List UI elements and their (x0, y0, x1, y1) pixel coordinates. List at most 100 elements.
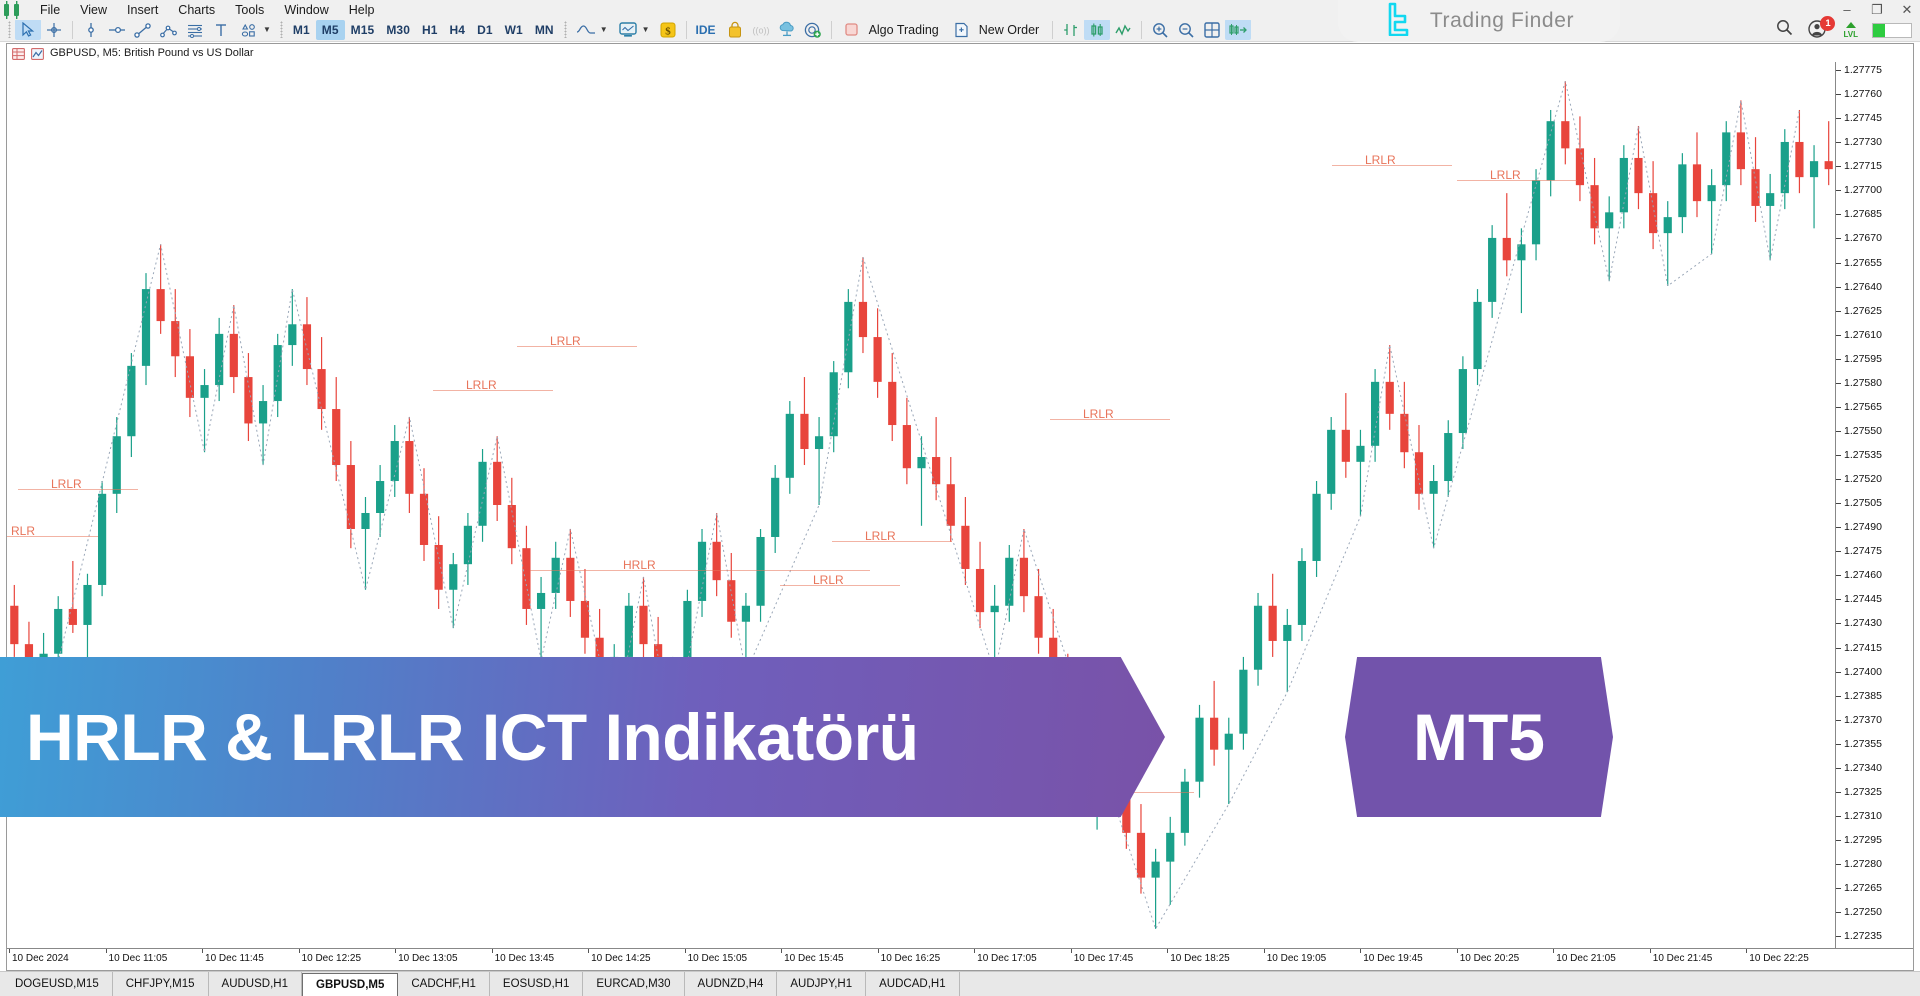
chart-tab-eurcad-m30[interactable]: EURCAD,M30 (583, 972, 685, 996)
chart-tab-audcad-h1[interactable]: AUDCAD,H1 (866, 972, 960, 996)
tile-windows-button[interactable] (1199, 19, 1225, 40)
indicators-dropdown-caret[interactable]: ▼ (600, 25, 608, 34)
time-tick (877, 949, 879, 953)
menu-item-window[interactable]: Window (274, 1, 338, 19)
auto-scroll-button[interactable] (1225, 19, 1252, 40)
new-order-button[interactable]: New Order (947, 18, 1047, 41)
trendline-tool-button[interactable] (130, 19, 156, 40)
price-tick (1836, 599, 1841, 601)
toolbar-separator-1 (72, 20, 73, 39)
new-order-label: New Order (978, 22, 1040, 37)
svg-text:$: $ (665, 25, 671, 37)
account-status-strip: 1 LVL (1776, 16, 1912, 42)
dollar-button[interactable]: $ (655, 19, 681, 40)
timeframe-h4[interactable]: H4 (444, 20, 472, 40)
crosshair-tool-button[interactable] (41, 19, 67, 40)
chart-tab-chfjpy-m15[interactable]: CHFJPY,M15 (113, 972, 209, 996)
zoom-out-button[interactable] (1173, 19, 1199, 40)
signals-icon-button[interactable]: ((o)) (748, 19, 774, 40)
chart-tab-audjpy-h1[interactable]: AUDJPY,H1 (777, 972, 867, 996)
close-button[interactable]: ✕ (1900, 3, 1914, 16)
line-chart-button[interactable] (1110, 19, 1136, 40)
market-bag-icon-button[interactable] (722, 19, 748, 40)
horizontal-line-tool-button[interactable] (104, 19, 130, 40)
price-tick-label: 1.27775 (1844, 64, 1882, 76)
candlestick-chart-button[interactable] (1084, 19, 1111, 40)
timeframe-d1[interactable]: D1 (471, 20, 499, 40)
timeframe-mn[interactable]: MN (529, 20, 560, 40)
price-tick-label: 1.27565 (1844, 400, 1882, 413)
chart-tab-audusd-h1[interactable]: AUDUSD,H1 (209, 972, 302, 996)
chart-tab-dogeusd-m15[interactable]: DOGEUSD,M15 (2, 972, 113, 996)
chart-tab-gbpusd-m5[interactable]: GBPUSD,M5 (302, 973, 399, 996)
chart-tab-cadchf-h1[interactable]: CADCHF,H1 (398, 972, 490, 996)
indicators-button[interactable]: ▼ (571, 18, 613, 41)
chart-tab-bar: DOGEUSD,M15 CHFJPY,M15 AUDUSD,H1 GBPUSD,M5 C… (0, 971, 1920, 996)
shapes-dropdown-caret[interactable]: ▼ (263, 25, 271, 34)
price-tick-label: 1.27370 (1844, 713, 1882, 726)
price-axis[interactable]: 1.27775 1.27760 1.27745 1.27730 1.27715 1.277… (1835, 62, 1913, 948)
liquidity-annotation-label: LRLR (550, 334, 581, 348)
search-icon[interactable] (1776, 19, 1793, 41)
menu-item-file[interactable]: File (30, 1, 70, 19)
market-watch-icon (12, 47, 25, 60)
price-tick-label: 1.27430 (1844, 617, 1882, 630)
trading-finder-logo-icon (1384, 2, 1420, 41)
templates-button[interactable]: ▼ (613, 18, 655, 41)
price-tick-label: 1.27280 (1844, 858, 1882, 871)
vps-cloud-icon-button[interactable] (774, 19, 800, 40)
menu-item-help[interactable]: Help (339, 1, 385, 19)
price-tick-label: 1.27760 (1844, 88, 1882, 101)
fibonacci-tool-button[interactable] (182, 19, 208, 40)
price-tick-label: 1.27670 (1844, 232, 1882, 245)
timeframe-m1[interactable]: M1 (287, 20, 316, 40)
timeframe-h1[interactable]: H1 (416, 20, 444, 40)
add-account-icon-button[interactable] (800, 19, 826, 40)
price-tick-label: 1.27325 (1844, 785, 1882, 798)
timeframe-w1[interactable]: W1 (499, 20, 529, 40)
price-tick (1836, 719, 1841, 721)
ide-button[interactable]: IDE (692, 23, 722, 37)
templates-dropdown-caret[interactable]: ▼ (642, 25, 650, 34)
price-tick (1836, 382, 1841, 384)
price-tick (1836, 238, 1841, 240)
time-tick (588, 949, 590, 953)
chart-symbol-icon (31, 47, 44, 60)
time-tick-label: 10 Dec 13:45 (494, 953, 555, 964)
chart-tab-eosusd-h1[interactable]: EOSUSD,H1 (490, 972, 584, 996)
minimize-button[interactable]: – (1840, 3, 1854, 16)
menu-item-insert[interactable]: Insert (117, 1, 168, 19)
liquidity-level-line (529, 570, 870, 571)
time-axis[interactable]: 10 Dec 2024 10 Dec 11:05 10 Dec 11:45 10 De… (7, 948, 1913, 970)
time-tick-label: 10 Dec 2024 (12, 953, 69, 964)
zoom-in-button[interactable] (1147, 19, 1173, 40)
restore-button[interactable]: ❐ (1870, 3, 1884, 16)
timeframe-m5[interactable]: M5 (315, 19, 345, 40)
time-tick (1649, 949, 1651, 953)
timeframe-m15[interactable]: M15 (345, 20, 381, 40)
price-tick (1836, 864, 1841, 866)
chart-plot-area-wrapper: LRLRRLRLRLRLRLRHRLRLRLRLRLRHRLRLRLRLRLRL… (7, 62, 1913, 970)
shapes-tool-button[interactable]: ▼ (234, 18, 276, 41)
menu-item-tools[interactable]: Tools (225, 1, 274, 19)
price-tick-label: 1.27310 (1844, 809, 1882, 822)
toolbar-separator-5 (1141, 20, 1143, 39)
menu-item-view[interactable]: View (70, 1, 117, 19)
toolbar-grip-handle-2[interactable] (279, 21, 283, 38)
timeframe-m30[interactable]: M30 (380, 20, 416, 40)
vertical-line-tool-button[interactable] (78, 19, 104, 40)
chart-tab-audnzd-h4[interactable]: AUDNZD,H4 (685, 972, 778, 996)
algo-trading-button[interactable]: Algo Trading (837, 18, 947, 41)
polyline-tool-button[interactable] (156, 19, 182, 40)
menu-item-charts[interactable]: Charts (168, 1, 225, 19)
time-tick-label: 10 Dec 15:45 (784, 953, 844, 964)
price-tick-label: 1.27250 (1844, 906, 1882, 919)
time-tick-label: 10 Dec 18:25 (1170, 953, 1230, 964)
account-notification-icon[interactable]: 1 (1807, 16, 1836, 41)
toolbar-grip-handle-3[interactable] (563, 21, 567, 38)
bar-chart-button[interactable] (1058, 19, 1084, 40)
price-tick-label: 1.27340 (1844, 761, 1882, 774)
text-tool-button[interactable] (208, 19, 234, 40)
toolbar-grip-handle[interactable] (8, 21, 11, 38)
cursor-tool-button[interactable] (15, 19, 41, 40)
